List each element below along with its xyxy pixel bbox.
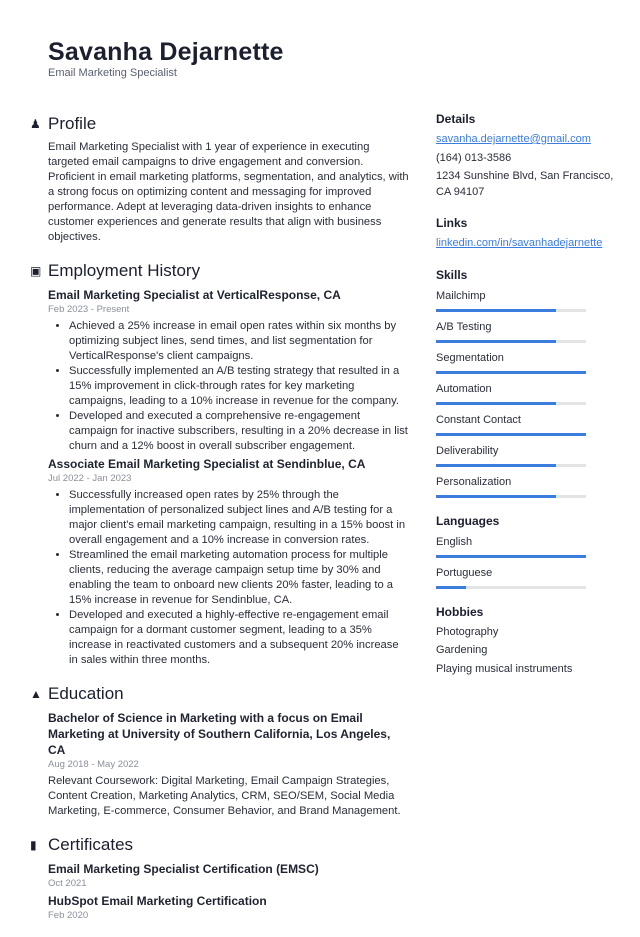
section-title: Skills <box>436 267 468 282</box>
level-track <box>436 463 586 467</box>
certificate-title: Email Marketing Specialist Certification… <box>48 862 319 876</box>
level-track <box>436 554 586 558</box>
job-date: Feb 2023 - Present <box>48 304 130 315</box>
level-fill <box>436 308 556 312</box>
job-bullet: Achieved a 25% increase in email open ra… <box>69 319 410 364</box>
section-title: Details <box>436 112 476 126</box>
person-icon: ♟ <box>30 117 41 131</box>
skill-item: Personalization <box>436 474 626 498</box>
job-title: Email Marketing Specialist at VerticalRe… <box>48 288 341 302</box>
profile-section: ♟ Profile Email Marketing Specialist with… <box>30 112 410 245</box>
job-bullet: Successfully increased open rates by 25%… <box>69 488 410 548</box>
label: A/B Testing <box>436 320 492 333</box>
skill-item: Automation <box>436 381 626 405</box>
skill-item: Mailchimp <box>436 288 626 312</box>
job-bullet: Successfully implemented an A/B testing … <box>69 364 410 409</box>
job-bullet: Developed and executed a comprehensive r… <box>69 409 410 454</box>
level-track <box>436 308 586 312</box>
section-title: Profile <box>48 114 97 133</box>
degree-date: Aug 2018 - May 2022 <box>48 759 139 770</box>
skill-item: Deliverability <box>436 443 626 467</box>
label: Personalization <box>436 475 512 488</box>
employment-section: ▣ Employment History Email Marketing Spec… <box>30 259 410 668</box>
job-title: Associate Email Marketing Specialist at … <box>48 457 366 471</box>
job-title: Email Marketing Specialist <box>48 67 177 79</box>
email-link[interactable]: savanha.dejarnette@gmail.com <box>436 132 626 148</box>
skill-item: Constant Contact <box>436 412 626 436</box>
hobby-item: Photography <box>436 625 499 638</box>
level-track <box>436 339 586 343</box>
level-track <box>436 432 586 436</box>
hobbies-section: Hobbies Photography Gardening Playing mu… <box>436 605 626 678</box>
level-fill <box>436 494 556 498</box>
level-track <box>436 370 586 374</box>
language-item: Portuguese <box>436 565 626 589</box>
label: Portuguese <box>436 566 493 579</box>
skill-item: Segmentation <box>436 350 626 374</box>
candidate-name: Savanha Dejarnette <box>48 38 284 66</box>
certificate-date: Feb 2020 <box>48 910 89 921</box>
job-date: Jul 2022 - Jan 2023 <box>48 473 132 484</box>
label: Constant Contact <box>436 413 521 426</box>
hobby-item: Playing musical instruments <box>436 662 573 675</box>
linkedin-link[interactable]: linkedin.com/in/savanhadejarnette <box>436 236 626 252</box>
address: 1234 Sunshine Blvd, San Francisco, CA 94… <box>436 170 614 198</box>
language-item: English <box>436 534 626 558</box>
label: Segmentation <box>436 351 504 364</box>
job-bullet: Developed and executed a highly-effectiv… <box>69 608 410 668</box>
clipboard-icon: ▮ <box>30 838 37 852</box>
label: English <box>436 535 473 548</box>
graduation-cap-icon: ▲ <box>30 687 42 701</box>
job-bullets: Successfully increased open rates by 25%… <box>69 488 410 668</box>
level-track <box>436 585 586 589</box>
certificate-date: Oct 2021 <box>48 878 87 889</box>
level-fill <box>436 339 556 343</box>
skills-section: Skills Mailchimp A/B Testing Segmentation A… <box>436 268 626 498</box>
section-title: Employment History <box>48 261 201 280</box>
label: Mailchimp <box>436 289 486 302</box>
section-title: Links <box>436 216 468 230</box>
languages-section: Languages English Portuguese <box>436 514 626 589</box>
section-title: Certificates <box>48 835 134 854</box>
level-fill <box>436 370 586 374</box>
level-fill <box>436 554 586 558</box>
details-section: Details savanha.dejarnette@gmail.com (16… <box>436 112 626 200</box>
skill-item: A/B Testing <box>436 319 626 343</box>
job-bullet: Streamlined the email marketing automati… <box>69 548 410 608</box>
level-fill <box>436 585 466 589</box>
section-title: Hobbies <box>436 604 484 619</box>
links-section: Links linkedin.com/in/savanhadejarnette <box>436 216 626 252</box>
sidebar: Details savanha.dejarnette@gmail.com (16… <box>436 112 626 693</box>
level-fill <box>436 401 556 405</box>
level-fill <box>436 432 586 436</box>
phone: (164) 013-3586 <box>436 151 512 164</box>
level-track <box>436 494 586 498</box>
profile-text: Email Marketing Specialist with 1 year o… <box>48 141 409 243</box>
label: Deliverability <box>436 444 499 457</box>
certificate-title: HubSpot Email Marketing Certification <box>48 894 267 908</box>
certificates-section: ▮ Certificates Email Marketing Specialist… <box>30 833 410 923</box>
section-title: Education <box>48 684 124 703</box>
degree-description: Relevant Coursework: Digital Marketing, … <box>48 775 401 817</box>
main-column: ♟ Profile Email Marketing Specialist with… <box>30 112 410 937</box>
briefcase-icon: ▣ <box>30 264 42 278</box>
hobby-item: Gardening <box>436 644 488 656</box>
education-section: ▲ Education Bachelor of Science in Market… <box>30 682 410 819</box>
degree-title: Bachelor of Science in Marketing with a … <box>48 711 391 757</box>
job-bullets: Achieved a 25% increase in email open ra… <box>69 319 410 454</box>
level-fill <box>436 463 556 467</box>
label: Automation <box>436 382 492 395</box>
level-track <box>436 401 586 405</box>
section-title: Languages <box>436 513 500 528</box>
